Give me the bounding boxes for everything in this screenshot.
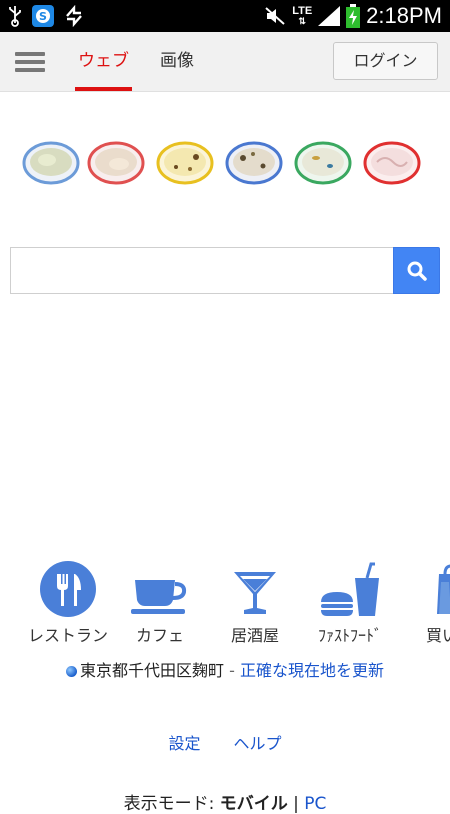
display-mode-separator: | bbox=[287, 794, 305, 814]
top-header: ウェブ 画像 ログイン bbox=[0, 32, 450, 92]
petri-dish-6 bbox=[363, 141, 421, 185]
category-label: ﾌｧｽﾄﾌｰﾄﾞ bbox=[317, 626, 382, 645]
mute-icon bbox=[265, 7, 285, 25]
network-type: LTE ⇅ bbox=[292, 5, 313, 27]
coffee-cup-icon bbox=[131, 580, 187, 614]
petri-dish-3 bbox=[156, 141, 214, 185]
petri-dish-2 bbox=[87, 141, 145, 185]
petri-dish-5 bbox=[294, 141, 352, 185]
menu-icon[interactable] bbox=[15, 52, 45, 72]
category-label: 買い bbox=[425, 626, 450, 645]
search-input[interactable] bbox=[10, 247, 393, 294]
fork-knife-icon bbox=[40, 561, 96, 617]
status-bar: S LTE ⇅ 2:18PM bbox=[0, 0, 450, 32]
petri-dish-1 bbox=[22, 141, 80, 185]
battery-charging-icon bbox=[346, 4, 361, 28]
search-icon bbox=[407, 261, 427, 281]
login-button[interactable]: ログイン bbox=[333, 42, 438, 80]
category-fastfood[interactable]: ﾌｧｽﾄﾌｰﾄﾞ bbox=[300, 560, 400, 645]
skype-icon: S bbox=[32, 5, 54, 27]
signal-icon bbox=[318, 6, 341, 26]
location-line: 東京都千代田区麹町 - 正確な現在地を更新 bbox=[0, 657, 450, 681]
category-label: 居酒屋 bbox=[230, 626, 279, 645]
petri-dish-4 bbox=[225, 141, 283, 185]
usb-icon bbox=[9, 6, 21, 27]
category-shopping[interactable]: 買い bbox=[392, 560, 450, 645]
help-link[interactable]: ヘルプ bbox=[234, 734, 282, 753]
active-tab-indicator bbox=[75, 87, 132, 91]
location-separator: - bbox=[224, 661, 240, 680]
location-dot-icon bbox=[66, 666, 77, 677]
cocktail-glass-icon bbox=[234, 572, 276, 614]
status-time: 2:18PM bbox=[366, 3, 442, 28]
display-mode-prefix: 表示モード: bbox=[123, 794, 220, 814]
update-location-link[interactable]: 正確な現在地を更新 bbox=[240, 661, 384, 680]
display-mode: 表示モード: モバイル | PC bbox=[0, 789, 450, 814]
footer-links: 設定 ヘルプ bbox=[0, 730, 450, 754]
burger-drink-icon bbox=[321, 562, 379, 616]
display-mode-pc-link[interactable]: PC bbox=[304, 794, 326, 814]
category-label: カフェ bbox=[135, 626, 184, 645]
svg-text:S: S bbox=[39, 10, 47, 23]
tab-web[interactable]: ウェブ bbox=[78, 32, 129, 92]
category-label: レストラン bbox=[27, 626, 108, 645]
doodle-logo[interactable] bbox=[22, 140, 428, 188]
display-mode-mobile: モバイル bbox=[219, 794, 288, 814]
search-button[interactable] bbox=[393, 247, 440, 294]
category-cafe[interactable]: カフェ bbox=[110, 560, 210, 645]
settings-link[interactable]: 設定 bbox=[168, 734, 200, 753]
tab-images[interactable]: 画像 bbox=[160, 32, 194, 92]
category-restaurant[interactable]: レストラン bbox=[18, 560, 118, 645]
location-place: 東京都千代田区麹町 bbox=[80, 661, 225, 680]
shopping-bag-icon bbox=[437, 564, 450, 614]
category-izakaya[interactable]: 居酒屋 bbox=[205, 560, 305, 645]
sync-icon bbox=[66, 5, 82, 27]
